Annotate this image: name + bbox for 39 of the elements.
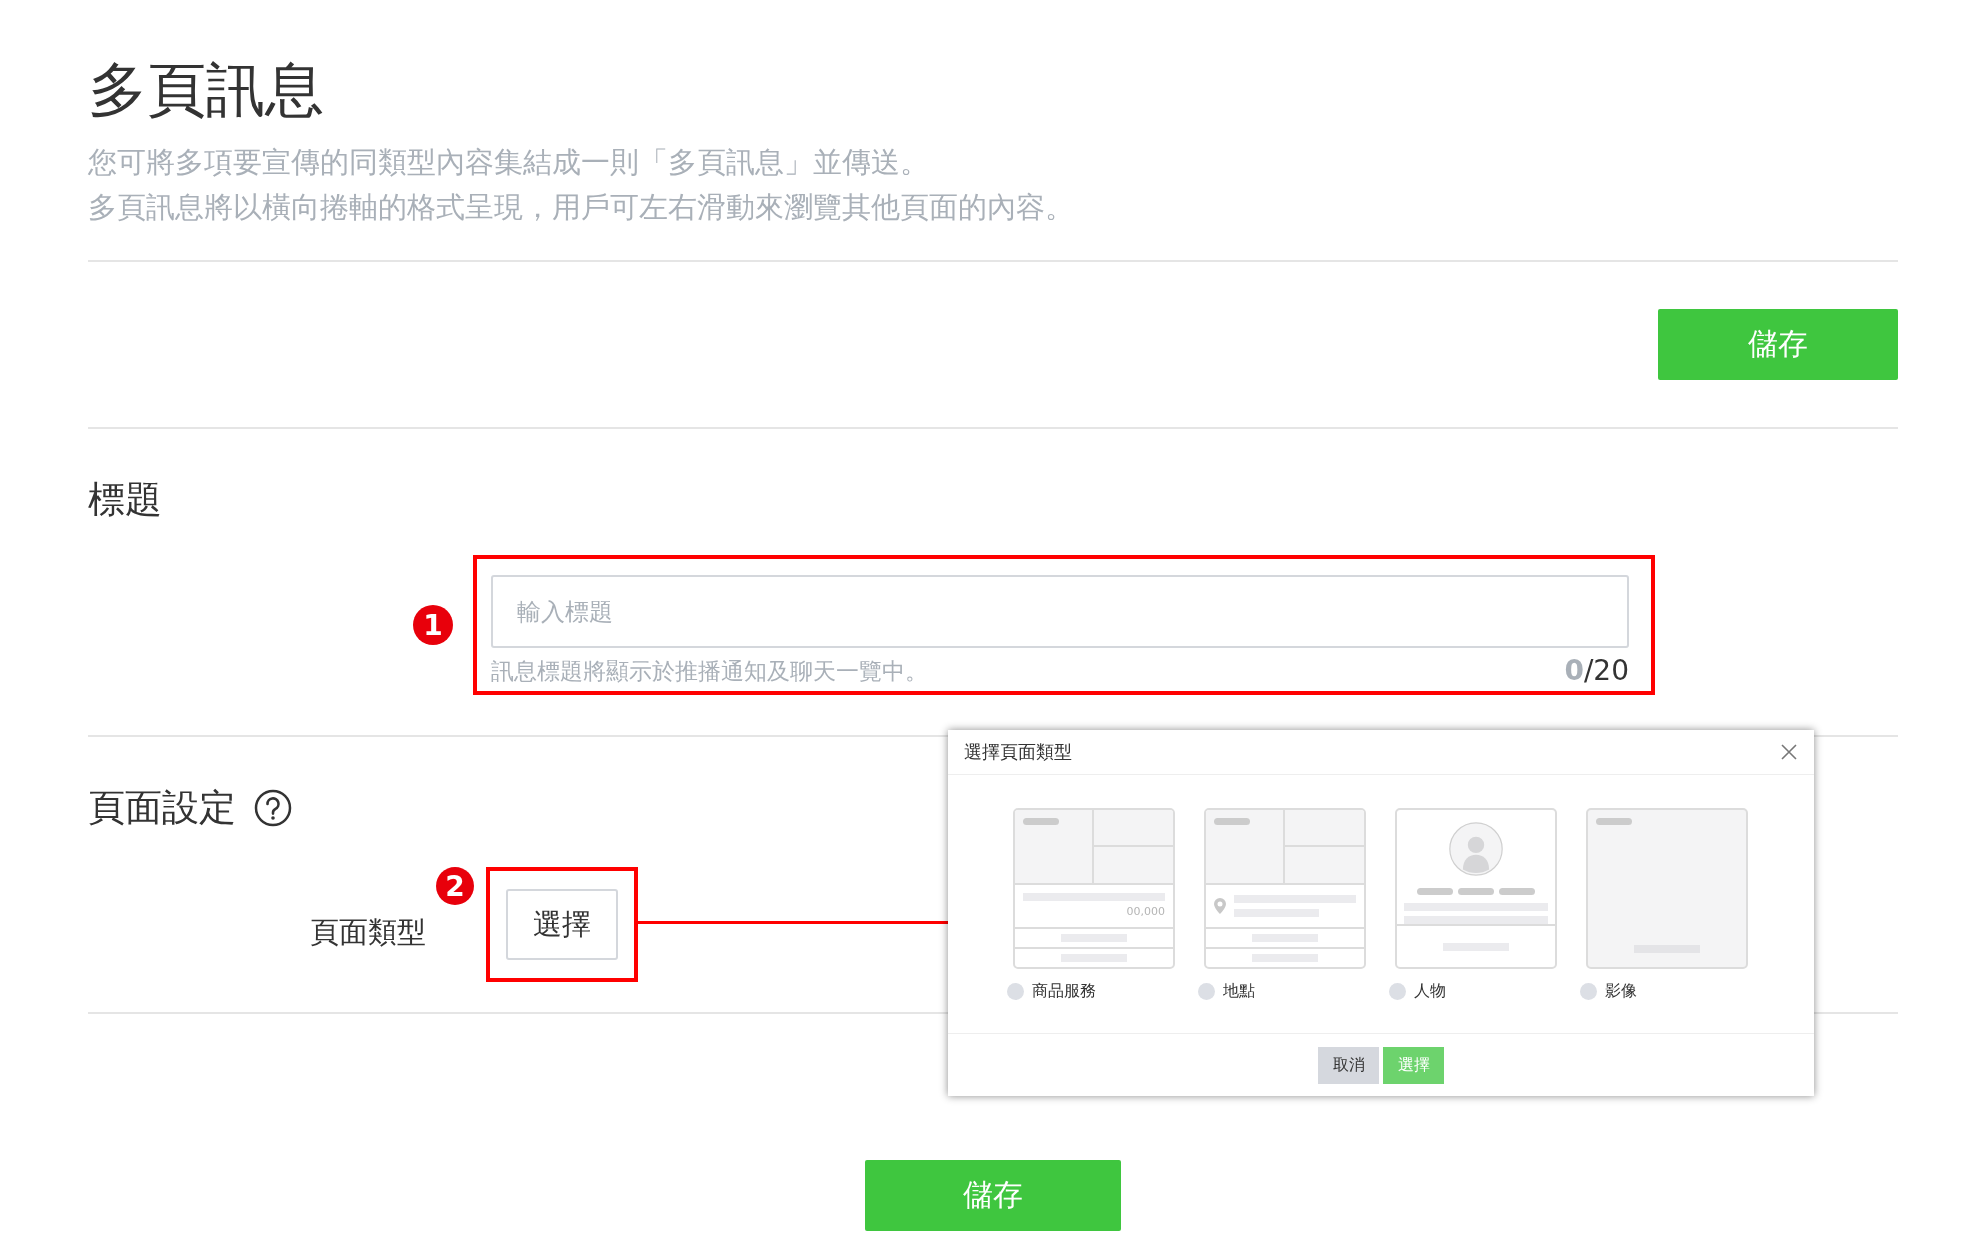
placeholder-pill	[1596, 818, 1632, 825]
confirm-button[interactable]: 選擇	[1383, 1046, 1444, 1084]
character-counter: 0/20	[1564, 654, 1629, 687]
option-label: 商品服務	[1032, 981, 1096, 1002]
help-icon[interactable]	[254, 789, 292, 827]
section-heading: 頁面設定	[88, 785, 236, 831]
close-icon[interactable]	[1780, 743, 1798, 761]
pin-icon	[1214, 898, 1226, 914]
description-text: 您可將多項要宣傳的同類型內容集結成一則「多頁訊息」並傳送。	[88, 144, 930, 181]
section-heading: 標題	[88, 477, 162, 523]
save-button[interactable]: 儲存	[1658, 309, 1898, 380]
radio-button[interactable]	[1198, 983, 1215, 1000]
radio-button[interactable]	[1389, 983, 1406, 1000]
placeholder-pill	[1023, 818, 1059, 825]
placeholder-pill	[1214, 818, 1250, 825]
placeholder-pill	[1458, 888, 1494, 895]
placeholder-pill	[1417, 888, 1453, 895]
option-label: 地點	[1223, 981, 1255, 1002]
radio-button[interactable]	[1007, 983, 1024, 1000]
select-button[interactable]: 選擇	[506, 889, 618, 960]
location-page-drawing[interactable]	[1204, 808, 1366, 969]
page-title: 多頁訊息	[88, 54, 325, 126]
hint-text: 訊息標題將顯示於推播通知及聊天一覽中。	[491, 657, 928, 686]
title-input-field[interactable]: 輸入標題	[491, 575, 1629, 648]
field-label: 頁面類型	[310, 914, 427, 951]
price-text: 00,000	[1125, 905, 1165, 918]
save-button[interactable]: 儲存	[865, 1160, 1121, 1231]
radio-button[interactable]	[1580, 983, 1597, 1000]
person-page-drawing[interactable]	[1395, 808, 1557, 969]
option-label: 影像	[1605, 981, 1637, 1002]
placeholder-pill	[1499, 888, 1535, 895]
option-label: 人物	[1414, 981, 1446, 1002]
cancel-button[interactable]: 取消	[1318, 1046, 1379, 1084]
image-page-drawing[interactable]	[1586, 808, 1748, 969]
description-text: 多頁訊息將以橫向捲軸的格式呈現，用戶可左右滑動來瀏覽其他頁面的內容。	[88, 189, 1075, 226]
product-page-drawing[interactable]: 00,000	[1013, 808, 1175, 969]
annotation-badge: 1	[413, 605, 453, 645]
annotation-badge: 2	[436, 867, 474, 905]
dialog-title: 選擇頁面類型	[964, 740, 1072, 764]
